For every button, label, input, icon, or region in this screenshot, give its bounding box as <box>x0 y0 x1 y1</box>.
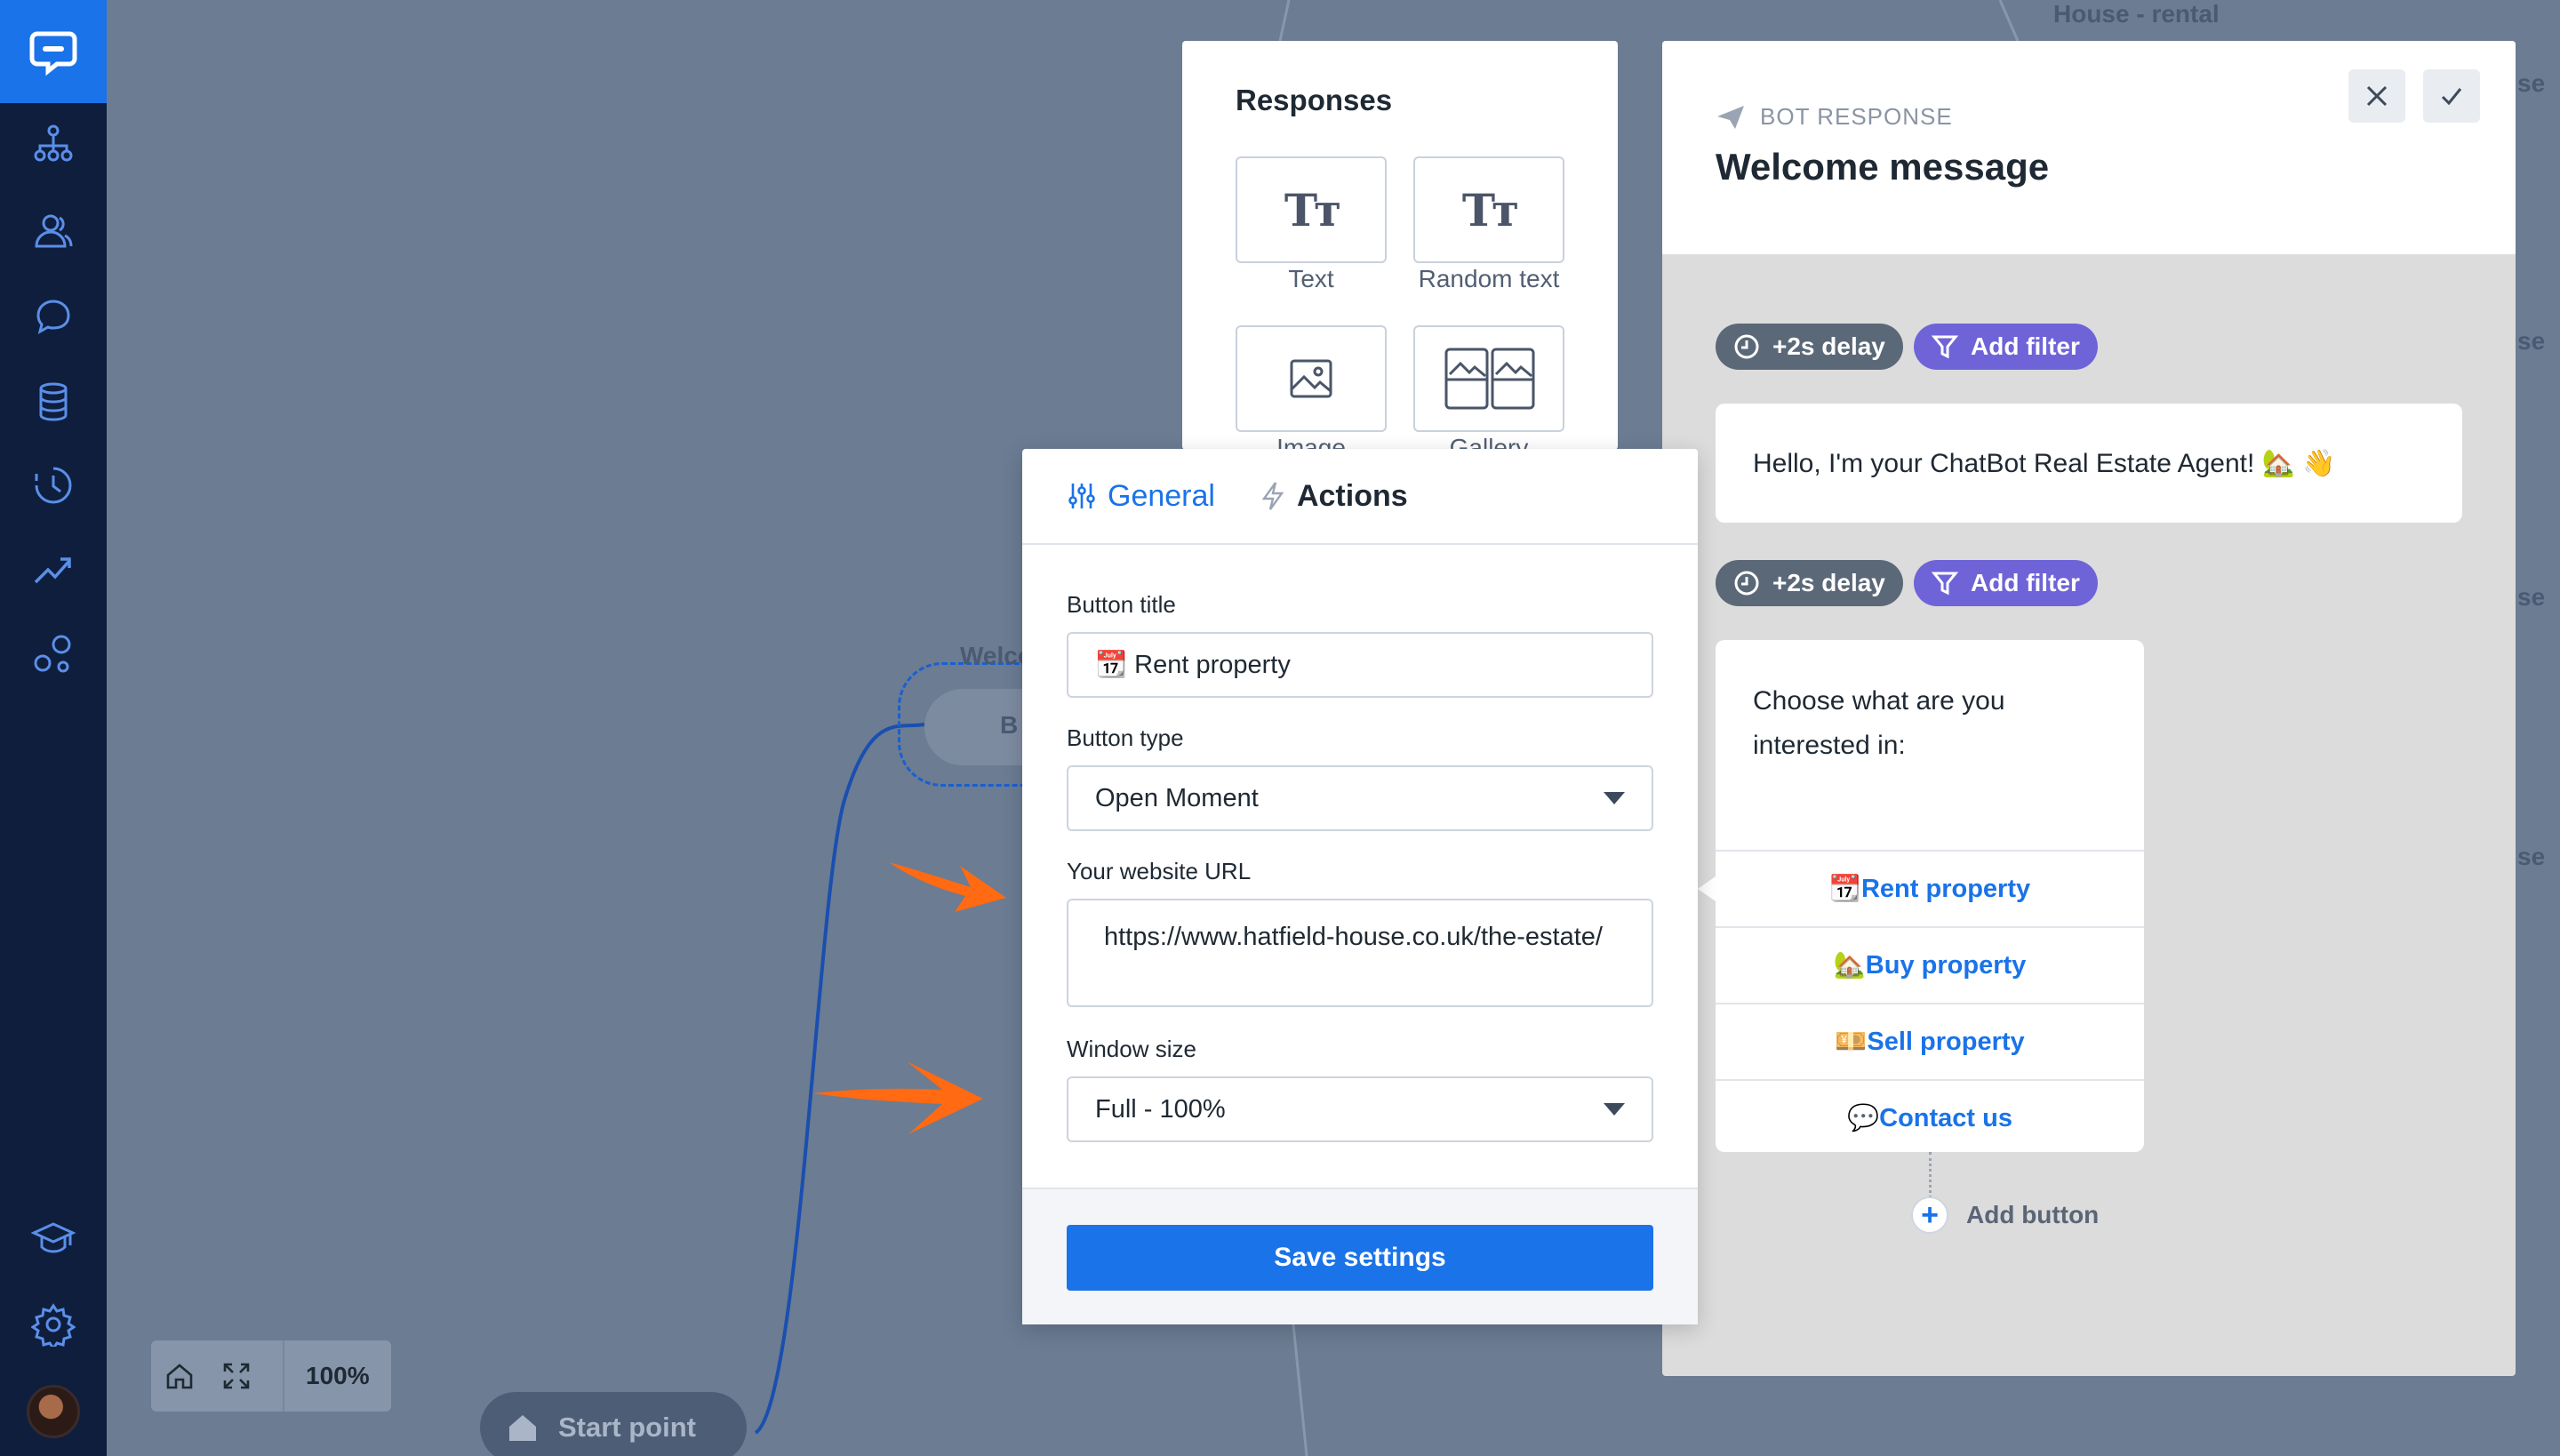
settings-tabs: General Actions <box>1022 449 1698 545</box>
bot-response-header: BOT RESPONSE Welcome message <box>1662 41 2516 254</box>
node-fragment-label: B <box>1000 711 1019 739</box>
delay-label: +2s delay <box>1772 332 1885 360</box>
window-size-select[interactable]: Full - 100% <box>1067 1076 1653 1142</box>
bot-response-panel: BOT RESPONSE Welcome message +2s delay A… <box>1662 41 2516 1376</box>
card-pointer <box>1698 876 1716 901</box>
text-icon: Tт <box>1284 183 1341 236</box>
home-view-icon[interactable] <box>151 1340 208 1412</box>
zoom-controls: 100% <box>151 1340 391 1412</box>
gallery-response-tile[interactable] <box>1413 325 1564 432</box>
clock-icon <box>1734 571 1759 596</box>
text-response-label: Text <box>1288 265 1334 292</box>
clock-icon <box>1734 334 1759 359</box>
filter-icon <box>1932 572 1958 596</box>
send-icon <box>1717 105 1744 129</box>
add-button[interactable]: + Add button <box>1911 1196 2099 1234</box>
button-type-value: Open Moment <box>1095 783 1259 812</box>
edge-fragment: se <box>2517 843 2546 870</box>
random-text-icon: Tт <box>1461 183 1519 236</box>
plus-icon: + <box>1911 1196 1948 1234</box>
tab-actions[interactable]: Actions <box>1260 479 1408 514</box>
start-point-label: Start point <box>558 1412 696 1443</box>
responses-panel: Responses Tт Text Tт Random text Image G… <box>1182 41 1618 450</box>
image-icon <box>1290 359 1332 398</box>
window-size-label: Window size <box>1067 1036 1196 1062</box>
add-filter-pill[interactable]: Add filter <box>1914 560 2098 606</box>
gallery-icon <box>1444 348 1535 410</box>
message-card[interactable]: Hello, I'm your ChatBot Real Estate Agen… <box>1716 404 2462 523</box>
save-settings-button[interactable]: Save settings <box>1067 1225 1653 1291</box>
zoom-level: 100% <box>283 1340 370 1412</box>
button-settings-popup: General Actions Button title 📆 Rent prop… <box>1022 449 1698 1324</box>
add-filter-label: Add filter <box>1971 332 2080 360</box>
website-url-input[interactable]: https://www.hatfield-house.co.uk/the-est… <box>1067 899 1653 1007</box>
gallery-response-label: Gallery <box>1449 434 1529 450</box>
add-filter-label: Add filter <box>1971 569 2080 596</box>
add-filter-pill[interactable]: Add filter <box>1914 324 2098 370</box>
home-icon <box>509 1415 536 1441</box>
random-text-response-label: Random text <box>1418 265 1560 292</box>
add-button-connector <box>1929 1152 1932 1198</box>
chevron-down-icon <box>1604 792 1625 804</box>
start-point-node[interactable]: Start point <box>480 1392 747 1456</box>
text-response-tile[interactable]: Tт <box>1236 156 1387 263</box>
question-text: Choose what are you interested in: <box>1753 686 2005 760</box>
edge-fragment: se <box>2517 69 2546 97</box>
delay-label: +2s delay <box>1772 569 1885 596</box>
annotation-arrow <box>812 1061 983 1134</box>
card-button-buy[interactable]: 🏡Buy property <box>1716 926 2144 1003</box>
image-response-label: Image <box>1276 434 1346 450</box>
tab-actions-label: Actions <box>1296 478 1408 513</box>
close-icon <box>2366 85 2388 107</box>
button-title-label: Button title <box>1067 591 1176 618</box>
button-title-input[interactable]: 📆 Rent property <box>1067 632 1653 698</box>
lightning-icon <box>1261 482 1284 510</box>
filter-icon <box>1932 335 1958 359</box>
popup-footer: Save settings <box>1022 1188 1698 1324</box>
tab-general-label: General <box>1108 478 1215 513</box>
fullscreen-icon[interactable] <box>208 1340 265 1412</box>
chevron-down-icon <box>1604 1103 1625 1116</box>
delay-pill[interactable]: +2s delay <box>1716 560 1903 606</box>
add-button-label: Add button <box>1966 1201 2100 1228</box>
card-button-contact[interactable]: 💬Contact us <box>1716 1079 2144 1152</box>
card-button-rent[interactable]: 📆Rent property <box>1716 850 2144 926</box>
sliders-icon <box>1068 484 1095 508</box>
window-size-value: Full - 100% <box>1095 1094 1226 1124</box>
bot-response-kicker: BOT RESPONSE <box>1716 103 1953 131</box>
edge-fragment: se <box>2517 327 2546 355</box>
bot-response-kicker-label: BOT RESPONSE <box>1760 103 1953 130</box>
bot-response-title: Welcome message <box>1716 146 2050 188</box>
button-type-select[interactable]: Open Moment <box>1067 765 1653 831</box>
responses-title: Responses <box>1236 84 1393 116</box>
confirm-button[interactable] <box>2423 69 2480 123</box>
annotation-arrow <box>889 862 1006 912</box>
check-icon <box>2441 88 2462 106</box>
website-url-label: Your website URL <box>1067 858 1252 884</box>
message-text: Hello, I'm your ChatBot Real Estate Agen… <box>1753 448 2336 478</box>
image-response-tile[interactable] <box>1236 325 1387 432</box>
button-type-label: Button type <box>1067 724 1184 751</box>
tab-general[interactable]: General <box>1067 479 1215 514</box>
edge-fragment: se <box>2517 583 2546 611</box>
buttons-card[interactable]: Choose what are you interested in: 📆Rent… <box>1716 640 2144 1152</box>
delay-pill[interactable]: +2s delay <box>1716 324 1903 370</box>
close-button[interactable] <box>2348 69 2405 123</box>
random-text-response-tile[interactable]: Tт <box>1413 156 1564 263</box>
house-rental-label: House - rental <box>2053 0 2220 28</box>
card-button-sell[interactable]: 💴Sell property <box>1716 1003 2144 1079</box>
